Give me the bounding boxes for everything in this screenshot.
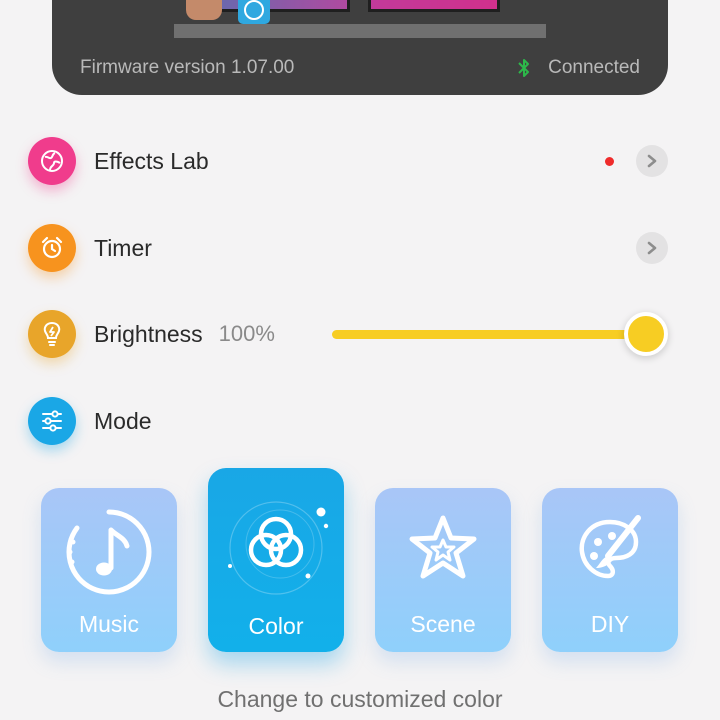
globe-icon xyxy=(28,137,76,185)
device-card: Firmware version 1.07.00 Connected xyxy=(52,0,668,95)
preview-screen-right xyxy=(368,0,500,12)
menu-item-mode: Mode xyxy=(28,397,668,445)
menu-item-brightness: Brightness 100% xyxy=(28,310,668,358)
brightness-value: 100% xyxy=(218,321,275,346)
device-preview-image xyxy=(52,0,668,38)
mode-tile-label: Color xyxy=(248,613,304,639)
sliders-icon xyxy=(28,397,76,445)
brightness-slider-handle[interactable] xyxy=(624,312,668,356)
brightness-label: Brightness xyxy=(94,320,203,347)
music-note-icon xyxy=(41,508,177,596)
mode-tile-color[interactable]: Color xyxy=(208,468,344,652)
palette-brush-icon xyxy=(542,512,678,588)
mode-tile-music[interactable]: Music xyxy=(41,488,177,652)
menu-item-timer[interactable]: Timer xyxy=(28,224,668,272)
mode-tile-label: DIY xyxy=(590,611,630,637)
mode-tile-label: Scene xyxy=(410,611,476,637)
brightness-slider-track[interactable] xyxy=(332,330,648,339)
chevron-right-icon[interactable] xyxy=(636,145,668,177)
chevron-right-icon[interactable] xyxy=(636,232,668,264)
new-indicator-dot xyxy=(605,156,614,166)
alarm-clock-icon xyxy=(28,224,76,272)
mode-tile-diy[interactable]: DIY xyxy=(542,488,678,652)
timer-label: Timer xyxy=(94,234,152,261)
mode-tile-scene[interactable]: Scene xyxy=(375,488,511,652)
mode-description: Change to customized color xyxy=(217,686,503,712)
lightbulb-icon xyxy=(28,310,76,358)
color-circles-icon xyxy=(208,486,344,596)
mode-tile-label: Music xyxy=(78,611,140,637)
menu-item-effects-lab[interactable]: Effects Lab xyxy=(28,137,668,185)
bluetooth-icon xyxy=(518,59,530,77)
connection-status: Connected xyxy=(518,57,640,79)
preview-shelf xyxy=(174,24,546,38)
preview-vase xyxy=(186,0,222,20)
connection-status-label: Connected xyxy=(548,57,640,78)
star-icon xyxy=(375,510,511,590)
firmware-version: Firmware version 1.07.00 xyxy=(80,57,295,78)
effects-lab-label: Effects Lab xyxy=(94,147,209,174)
preview-speaker xyxy=(238,0,270,24)
mode-label: Mode xyxy=(94,407,152,434)
